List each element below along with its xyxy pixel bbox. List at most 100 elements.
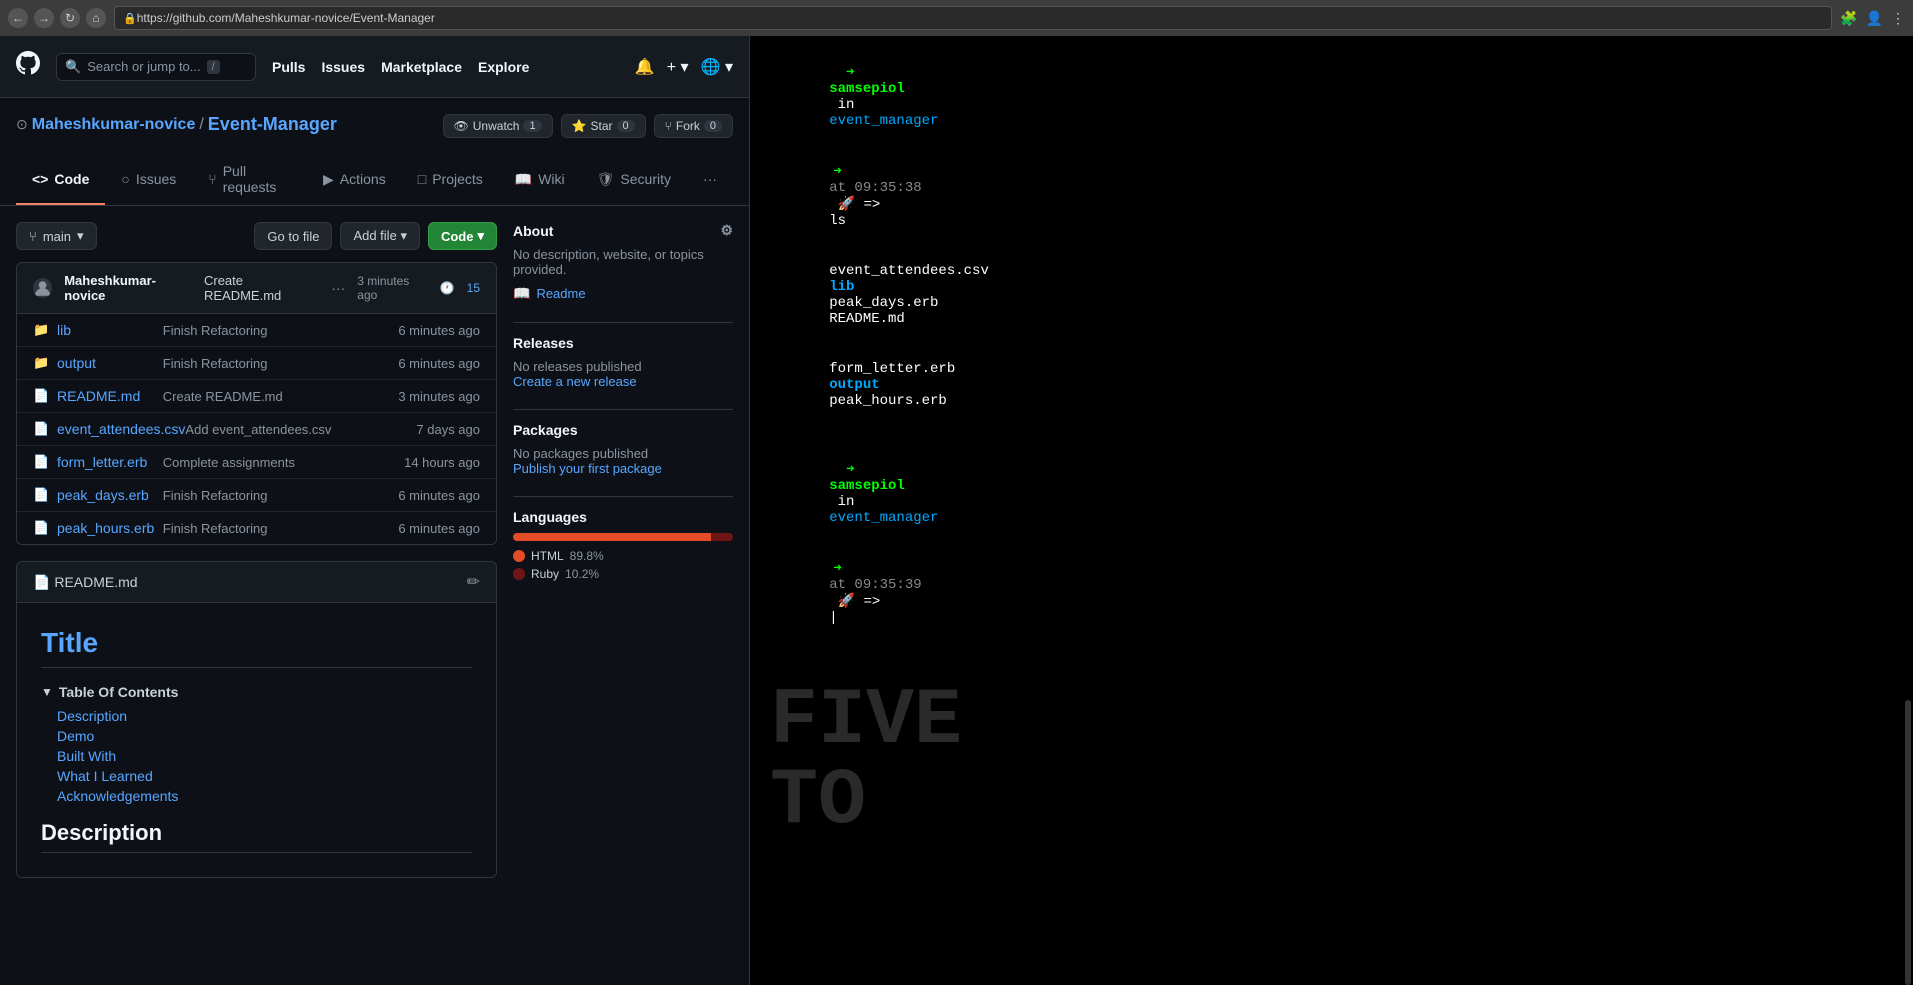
search-icon: 🔍 (65, 59, 81, 75)
toc-link-acknowledgements[interactable]: Acknowledgements (57, 788, 178, 804)
nav-explore[interactable]: Explore (478, 59, 529, 75)
fork-button[interactable]: ⑂ Fork 0 (654, 114, 733, 138)
notifications-button[interactable]: 🔔 (635, 57, 655, 77)
create-release-link[interactable]: Create a new release (513, 374, 733, 389)
terminal-ls-2: form_letter.erb output peak_hours.erb (762, 345, 1901, 425)
about-gear-button[interactable]: ⚙ (720, 222, 733, 239)
dir-icon: 📁 (33, 355, 49, 371)
ruby-lang-pct: 10.2% (565, 567, 599, 581)
repo-name-link[interactable]: Event-Manager (208, 114, 337, 135)
terminal-content: ➜ samsepiol in event_manager ➜ at 09:35:… (750, 36, 1913, 985)
toc-link-builtwith[interactable]: Built With (57, 748, 116, 764)
star-button[interactable]: ⭐ Star 0 (561, 114, 646, 138)
breadcrumb-sep: / (199, 116, 203, 134)
readme-icon-sidebar: 📖 (513, 285, 530, 302)
terminal-scrollbar[interactable] (1903, 36, 1911, 985)
file-row: 📄 peak_days.erb Finish Refactoring 6 min… (17, 479, 496, 512)
branch-selector[interactable]: ⑂ main ▾ (16, 222, 97, 250)
file-time-csv: 7 days ago (382, 422, 480, 437)
file-icon: 📄 (33, 487, 49, 503)
nav-issues[interactable]: Issues (321, 59, 365, 75)
terminal-cmd-1: ls (829, 213, 846, 229)
file-table: Maheshkumar-novice Create README.md ··· … (16, 262, 497, 545)
github-header: 🔍 Search or jump to... / Pulls Issues Ma… (0, 36, 749, 98)
tab-more[interactable]: ··· (687, 155, 733, 205)
readme-link[interactable]: Readme (536, 286, 585, 301)
branch-dropdown-icon: ▾ (77, 228, 84, 244)
readme-container: 📄 README.md ✏ Title ▼ Table Of Contents … (16, 561, 497, 878)
add-file-dropdown-icon: ▾ (400, 228, 407, 243)
tab-issues[interactable]: ○ Issues (105, 155, 192, 205)
fork-label: Fork (676, 119, 700, 133)
github-panel: 🔍 Search or jump to... / Pulls Issues Ma… (0, 36, 750, 985)
file-row: 📁 lib Finish Refactoring 6 minutes ago (17, 314, 496, 347)
address-bar[interactable]: 🔒 https://github.com/Maheshkumar-novice/… (114, 6, 1832, 30)
unwatch-button[interactable]: 👁 Unwatch 1 (443, 114, 553, 138)
search-input[interactable]: 🔍 Search or jump to... / (56, 53, 256, 81)
commit-meta: 3 minutes ago 🕐 15 (357, 274, 480, 302)
file-link-readme[interactable]: README.md (57, 388, 163, 404)
url-text: https://github.com/Maheshkumar-novice/Ev… (137, 11, 435, 25)
refresh-button[interactable]: ↻ (60, 8, 80, 28)
commit-time: 3 minutes ago (357, 274, 427, 302)
profile-icon: 👤 (1866, 10, 1883, 27)
toc-link-description[interactable]: Description (57, 708, 127, 724)
html-lang-pct: 89.8% (570, 549, 604, 563)
lang-item-ruby: Ruby 10.2% (513, 567, 733, 581)
browser-icons: 🧩 👤 ⋮ (1840, 10, 1905, 27)
code-label: Code (441, 229, 474, 244)
menu-icon: ⋮ (1891, 10, 1905, 27)
terminal-user-1: samsepiol (829, 81, 905, 97)
tab-pullrequests[interactable]: ⑂ Pull requests (192, 155, 307, 205)
tab-code[interactable]: <> Code (16, 155, 105, 205)
file-icon: 📄 (33, 388, 49, 404)
repo-org-link[interactable]: Maheshkumar-novice (32, 116, 196, 134)
toc-link-whatlearned[interactable]: What I Learned (57, 768, 153, 784)
toc-arrow-icon: ▼ (41, 685, 53, 699)
list-item: Description (57, 708, 472, 724)
new-button[interactable]: + ▾ (667, 57, 689, 77)
toc-link-demo[interactable]: Demo (57, 728, 94, 744)
file-link-lib[interactable]: lib (57, 322, 163, 338)
readme-header: 📄 README.md ✏ (17, 562, 496, 603)
releases-title: Releases (513, 335, 733, 351)
go-to-file-button[interactable]: Go to file (254, 222, 332, 250)
file-link-peakdays[interactable]: peak_days.erb (57, 487, 163, 503)
forward-button[interactable]: → (34, 8, 54, 28)
file-link-form[interactable]: form_letter.erb (57, 454, 163, 470)
tab-actions[interactable]: ▶ Actions (307, 155, 402, 205)
tab-projects[interactable]: □ Projects (402, 155, 499, 205)
file-commit-form: Complete assignments (163, 455, 375, 470)
no-releases-text: No releases published (513, 359, 733, 374)
file-commit-peakhours: Finish Refactoring (163, 521, 375, 536)
file-link-output[interactable]: output (57, 355, 163, 371)
tab-wiki[interactable]: 📖 Wiki (499, 155, 581, 205)
publish-package-link[interactable]: Publish your first package (513, 461, 733, 476)
file-icon: 📄 (33, 454, 49, 470)
commit-count: 15 (467, 281, 480, 295)
tab-security[interactable]: 🛡 Security (581, 155, 687, 205)
file-commit-csv: Add event_attendees.csv (185, 422, 381, 437)
nav-pulls[interactable]: Pulls (272, 59, 305, 75)
readme-body: Title ▼ Table Of Contents Description De… (17, 603, 496, 877)
terminal-path-1: event_manager (829, 113, 938, 129)
profile-button[interactable]: 🌐 ▾ (701, 57, 733, 77)
languages-title: Languages (513, 509, 733, 525)
home-button[interactable]: ⌂ (86, 8, 106, 28)
toc-toggle[interactable]: ▼ Table Of Contents (41, 684, 472, 700)
readme-description-heading: Description (41, 820, 472, 853)
code-dropdown-button[interactable]: Code ▾ (428, 222, 497, 250)
file-link-csv[interactable]: event_attendees.csv (57, 421, 185, 437)
file-link-peakhours[interactable]: peak_hours.erb (57, 520, 163, 536)
terminal-scrollbar-thumb[interactable] (1905, 700, 1911, 985)
packages-title-text: Packages (513, 422, 578, 438)
nav-marketplace[interactable]: Marketplace (381, 59, 462, 75)
file-commit-output: Finish Refactoring (163, 356, 375, 371)
back-button[interactable]: ← (8, 8, 28, 28)
add-file-button[interactable]: Add file ▾ (340, 222, 420, 250)
file-row: 📁 output Finish Refactoring 6 minutes ag… (17, 347, 496, 380)
branch-bar-right: Go to file Add file ▾ Code ▾ (254, 222, 497, 250)
file-time-form: 14 hours ago (374, 455, 480, 470)
releases-section: Releases No releases published Create a … (513, 335, 733, 389)
edit-readme-button[interactable]: ✏ (467, 572, 480, 592)
